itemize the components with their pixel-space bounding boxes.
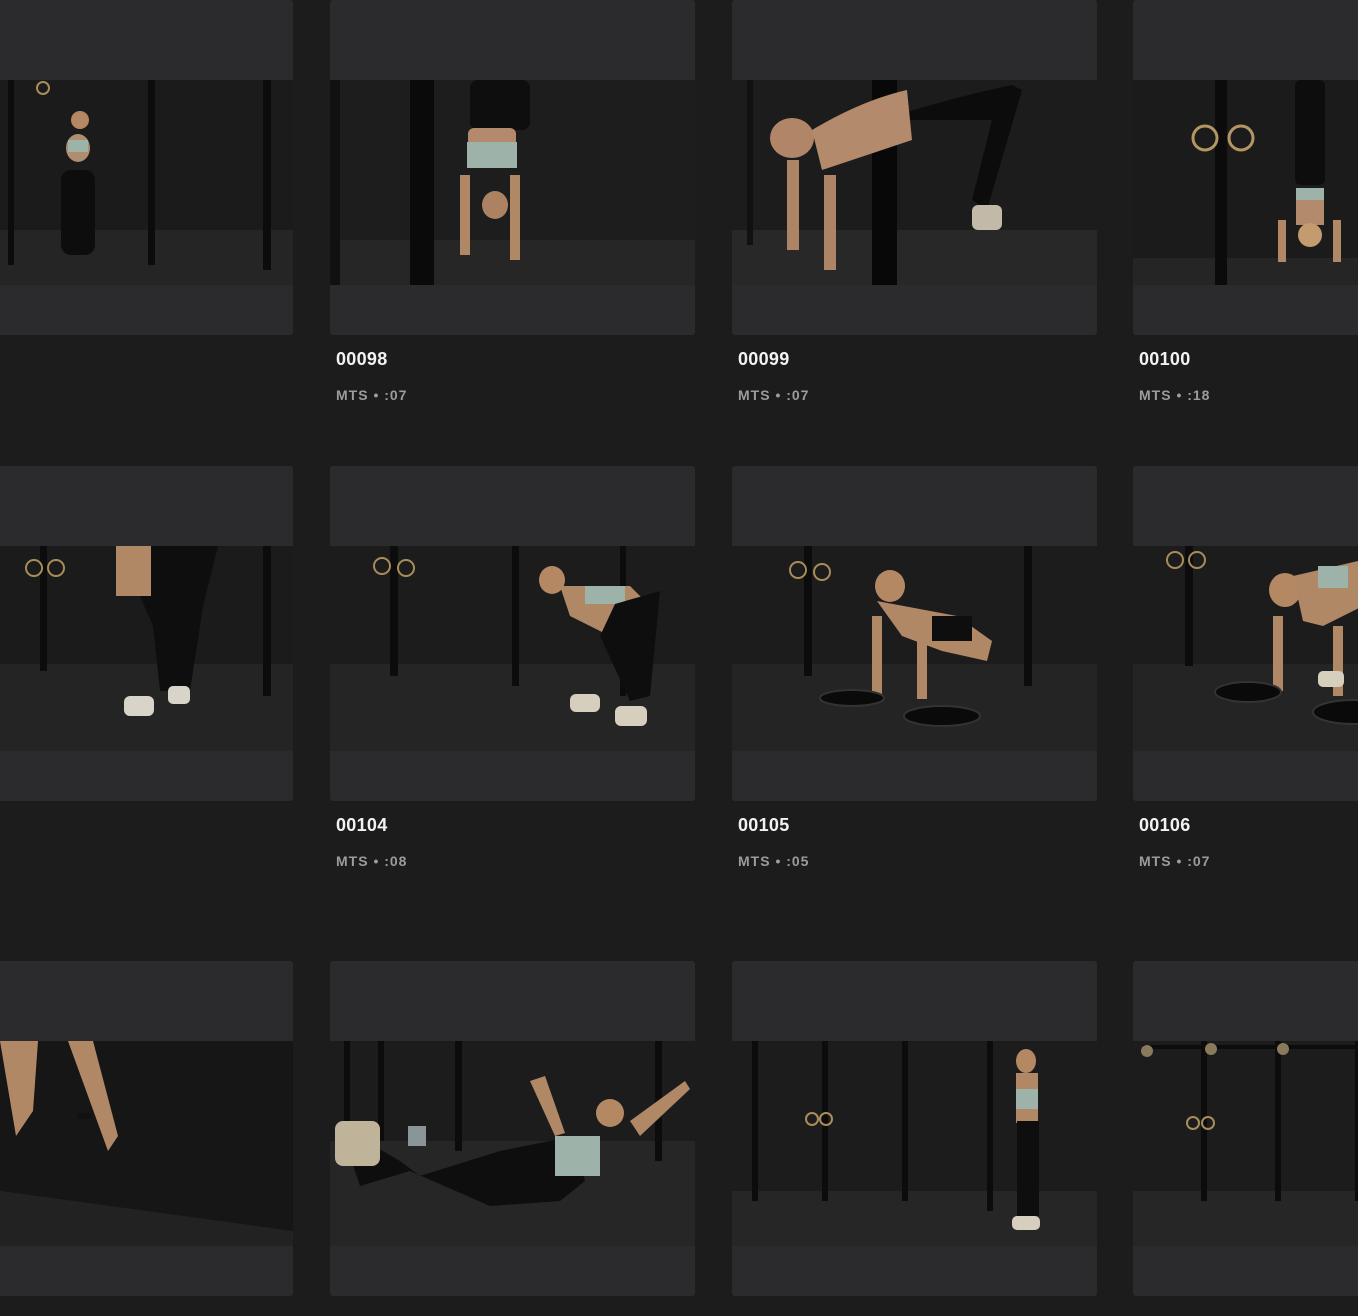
clip-frame — [0, 961, 293, 1296]
clip-frame — [0, 0, 293, 335]
clip-thumbnail — [0, 546, 293, 751]
clip-name: 00100 — [1139, 349, 1191, 369]
clip-meta: MTS • :07 — [738, 387, 810, 403]
clip-thumbnail — [732, 546, 1097, 751]
clip-frame — [1133, 961, 1358, 1296]
clip-name: 00106 — [1139, 815, 1191, 835]
clip-meta: MTS • :18 — [1139, 387, 1211, 403]
clip-name: 00105 — [738, 815, 790, 835]
clip-meta: MTS • :07 — [1139, 853, 1211, 869]
clip-meta: MTS • :05 — [738, 853, 810, 869]
clip-meta: MTS • :07 — [336, 387, 408, 403]
clip-thumbnail — [732, 1041, 1097, 1246]
clip-frame — [330, 961, 695, 1296]
clip-name: 00099 — [738, 349, 790, 369]
clip-meta: MTS • :08 — [336, 853, 408, 869]
clip-thumbnail — [732, 80, 1097, 285]
clip-grid: 3 00098 MTS • :07 — [0, 0, 1358, 1316]
clip-thumbnail — [1133, 80, 1358, 285]
clip-frame — [732, 466, 1097, 801]
clip-thumbnail — [1133, 1041, 1358, 1246]
clip-frame — [1133, 466, 1358, 801]
clip-frame — [0, 466, 293, 801]
clip-thumbnail — [330, 80, 695, 285]
clip-thumbnail — [1133, 546, 1358, 751]
clip-frame — [732, 961, 1097, 1296]
clip-frame — [1133, 0, 1358, 335]
clip-thumbnail — [330, 546, 695, 751]
clip-frame — [732, 0, 1097, 335]
clip-name: 00098 — [336, 349, 388, 369]
clip-thumbnail — [0, 80, 293, 285]
clip-thumbnail — [330, 1041, 695, 1246]
clip-name: 00104 — [336, 815, 388, 835]
clip-frame — [330, 0, 695, 335]
clip-thumbnail — [0, 1041, 293, 1246]
clip-frame — [330, 466, 695, 801]
